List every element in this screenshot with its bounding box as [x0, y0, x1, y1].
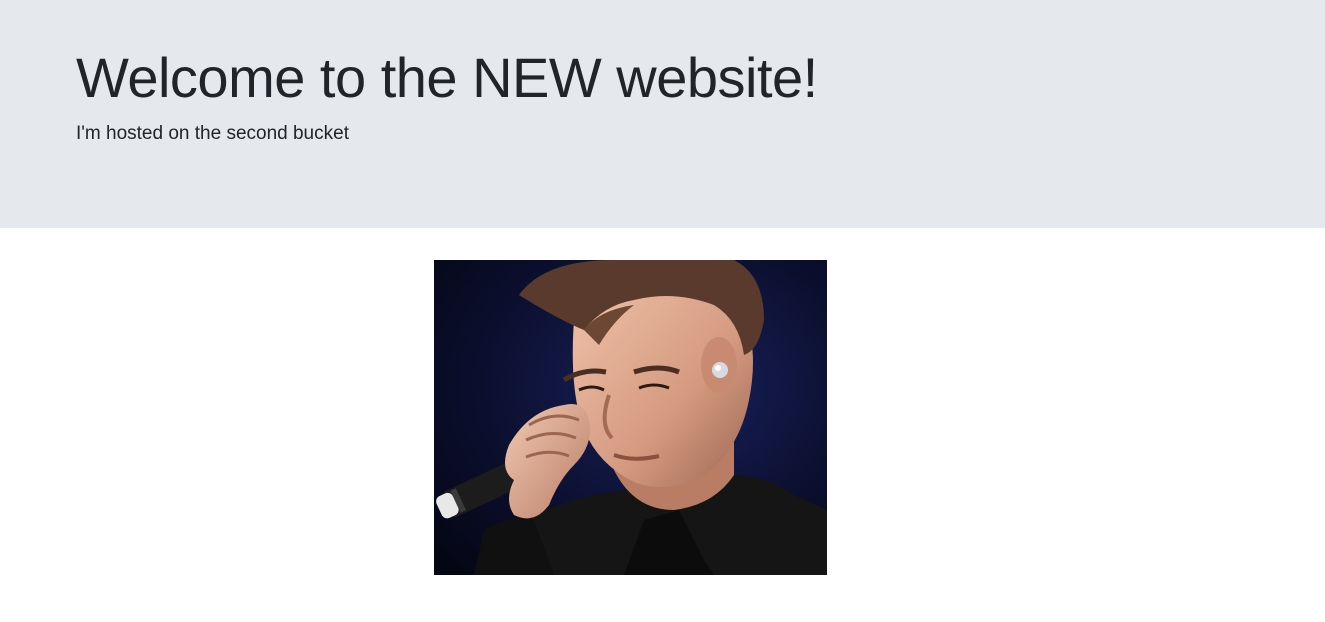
- singer-photo: [434, 260, 827, 575]
- singer-photo-graphic: [434, 260, 827, 575]
- hero-banner: Welcome to the NEW website! I'm hosted o…: [0, 0, 1325, 228]
- page-title: Welcome to the NEW website!: [76, 46, 818, 109]
- hero-subtitle: I'm hosted on the second bucket: [76, 123, 349, 144]
